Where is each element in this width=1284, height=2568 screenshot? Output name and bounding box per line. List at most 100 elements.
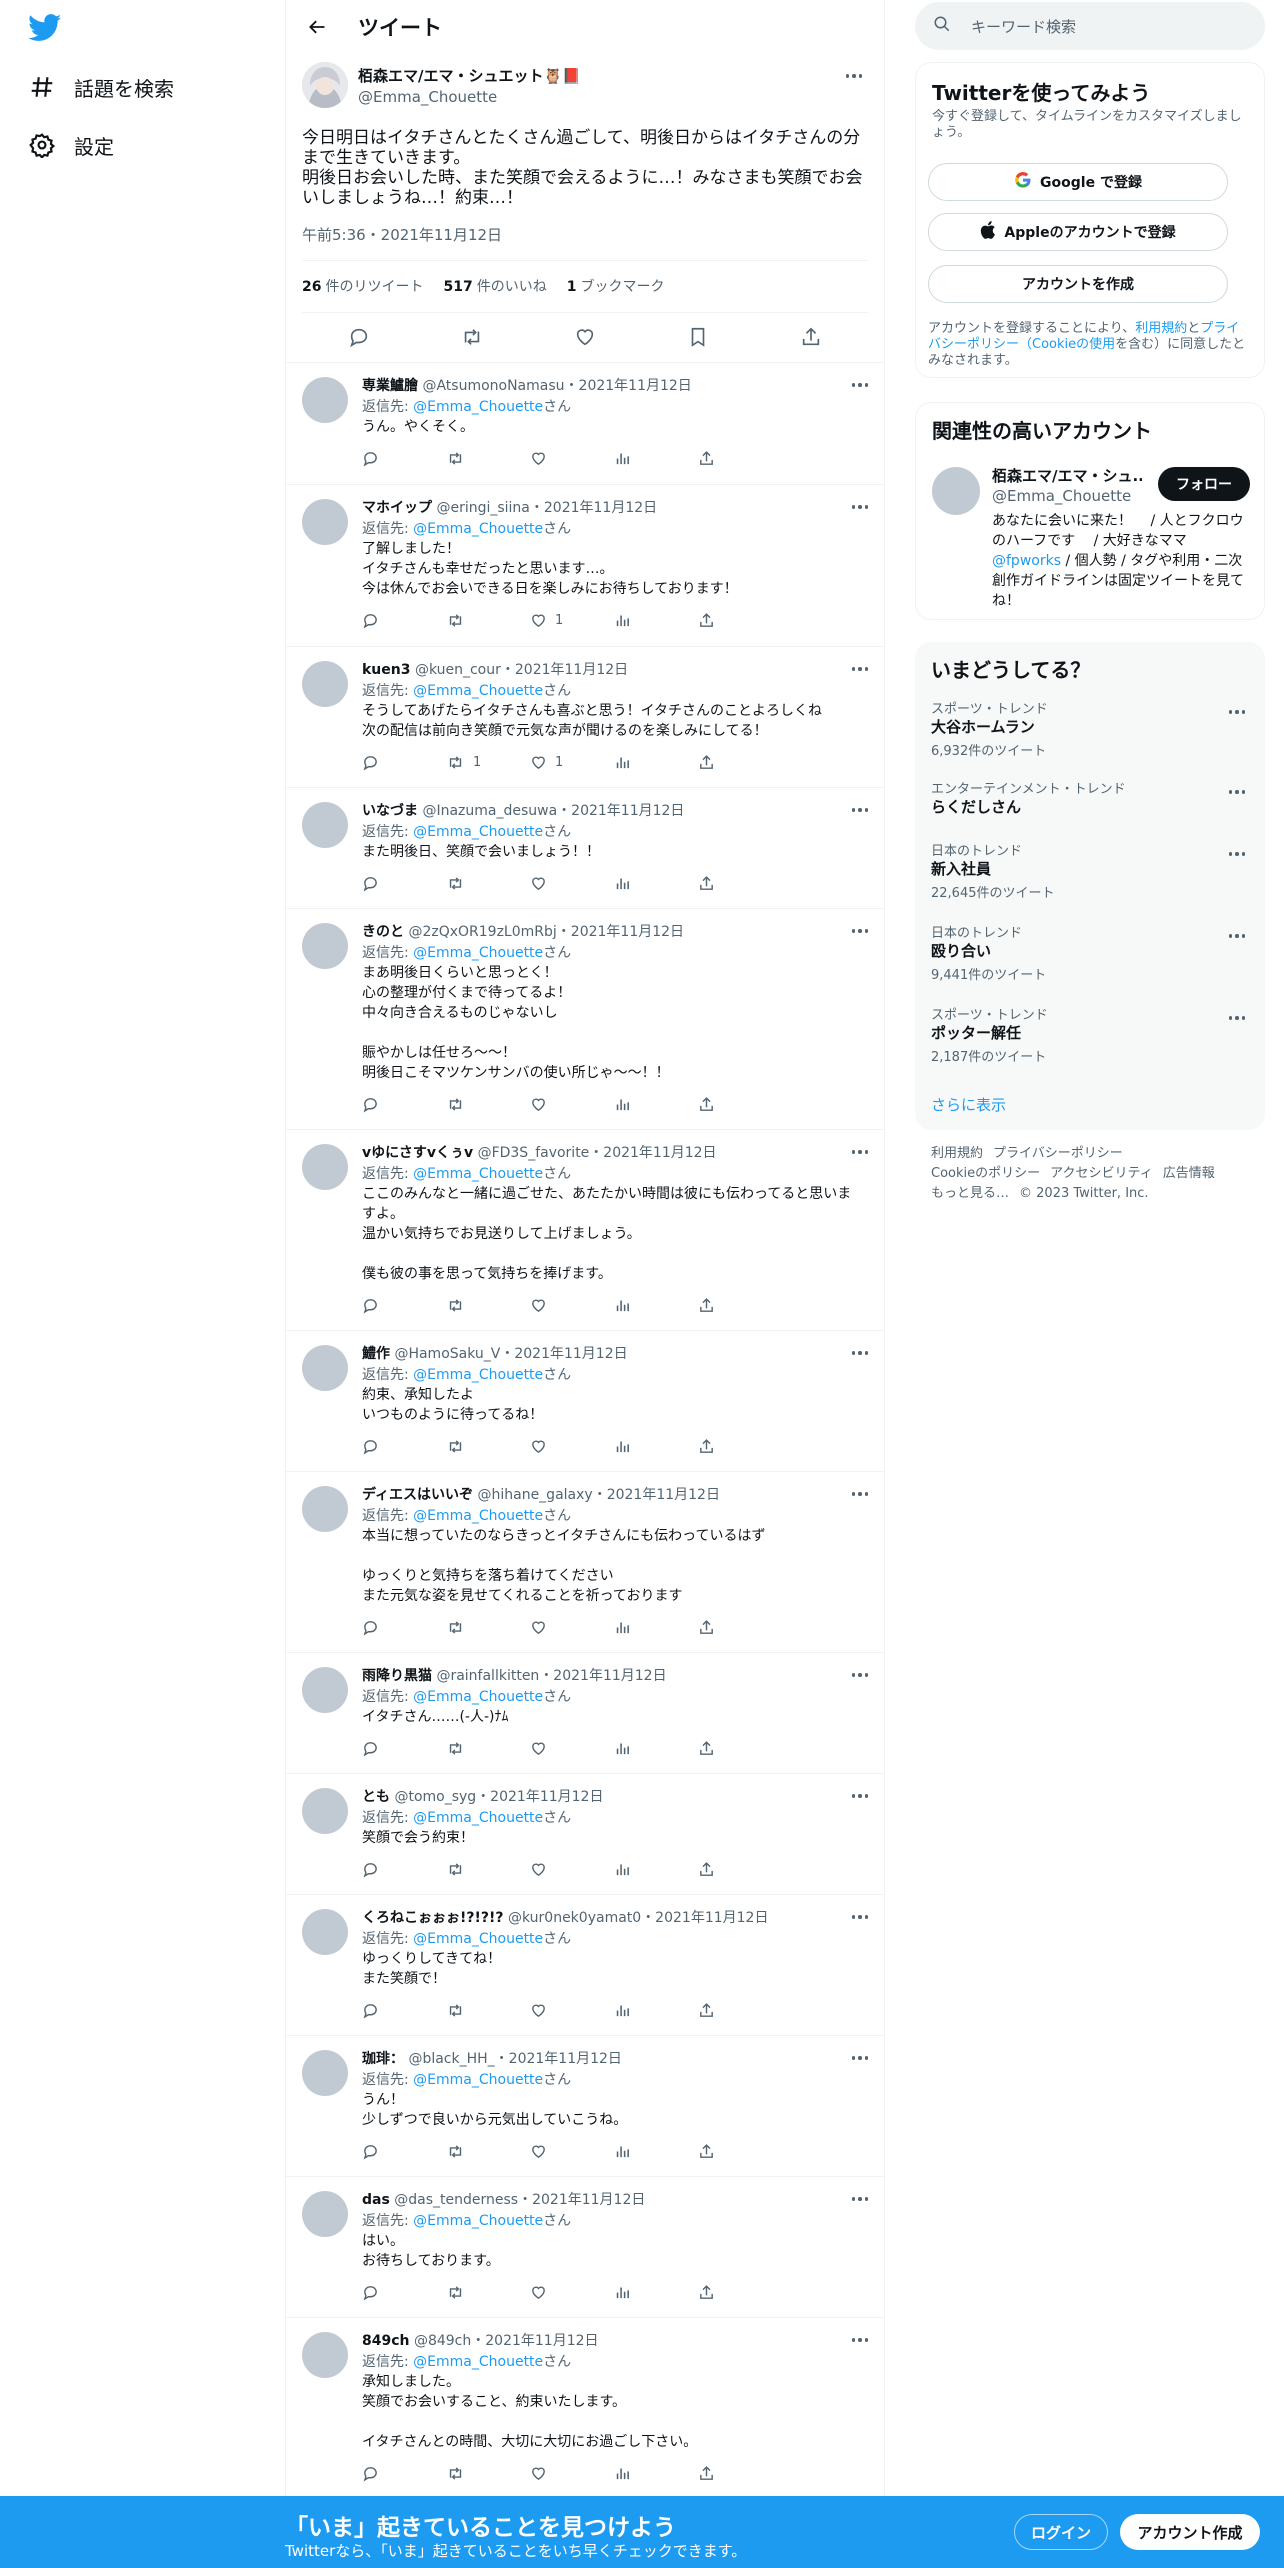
views-icon[interactable]: [614, 2462, 698, 2484]
reply-to-mention[interactable]: @Emma_Chouette: [413, 2354, 543, 2370]
footer-more[interactable]: もっと見る…: [931, 1186, 1009, 1201]
retweet-icon[interactable]: [446, 2281, 530, 2303]
show-more-link[interactable]: さらに表示: [931, 1094, 1006, 1115]
terms-link[interactable]: 利用規約: [1135, 321, 1187, 336]
reply-author-name[interactable]: くろねこぉぉぉ!?!?!?: [362, 1910, 504, 1926]
more-options-icon[interactable]: [1225, 702, 1249, 722]
views-icon[interactable]: [614, 1616, 698, 1638]
footer-ads[interactable]: 広告情報: [1163, 1166, 1215, 1181]
more-options-icon[interactable]: [848, 1907, 872, 1927]
bio-mention-link[interactable]: @fpworks: [992, 553, 1061, 569]
reply-tweet[interactable]: くろねこぉぉぉ!?!?!? @kur0nek0yamat0・2021年11月12…: [286, 1894, 884, 2035]
nav-settings[interactable]: 設定: [28, 125, 114, 165]
retweet-icon[interactable]: [446, 872, 530, 894]
more-options-icon[interactable]: [1225, 782, 1249, 802]
trend-item[interactable]: スポーツ・トレンド 大谷ホームラン 6,932件のツイート: [915, 698, 1265, 770]
reply-author-name[interactable]: vゆにさすvくぅv: [362, 1145, 473, 1161]
reply-icon[interactable]: [342, 320, 376, 354]
retweet-icon[interactable]: [446, 1435, 530, 1457]
reply-tweet[interactable]: 849ch @849ch・2021年11月12日 返信先: @Emma_Choue…: [286, 2317, 884, 2495]
share-icon[interactable]: [698, 872, 782, 894]
share-icon[interactable]: [698, 2281, 782, 2303]
reply-author-name[interactable]: 雨降り黒猫: [362, 1668, 432, 1684]
share-icon[interactable]: [698, 1093, 782, 1115]
reply-tweet[interactable]: vゆにさすvくぅv @FD3S_favorite・2021年11月12日 返信先:…: [286, 1129, 884, 1330]
reply-date[interactable]: ・2021年11月12日: [589, 1145, 716, 1161]
reply-author-name[interactable]: kuen3: [362, 662, 410, 678]
like-icon[interactable]: [530, 2462, 614, 2484]
reply-to-mention[interactable]: @Emma_Chouette: [413, 1367, 543, 1383]
reply-author-handle[interactable]: @FD3S_favorite: [478, 1145, 590, 1161]
views-icon[interactable]: [614, 447, 698, 469]
signup-button[interactable]: アカウント作成: [1120, 2514, 1260, 2550]
share-icon[interactable]: [794, 320, 828, 354]
share-icon[interactable]: [698, 1858, 782, 1880]
like-icon[interactable]: [530, 1999, 614, 2021]
reply-date[interactable]: ・2021年11月12日: [539, 1668, 666, 1684]
bookmark-count[interactable]: 1 ブックマーク: [567, 276, 665, 296]
retweet-icon[interactable]: 1: [446, 751, 530, 773]
like-icon[interactable]: [530, 1858, 614, 1880]
reply-tweet[interactable]: ディエスはいいぞ @hihane_galaxy・2021年11月12日 返信先: …: [286, 1471, 884, 1652]
reply-author-name[interactable]: ディエスはいいぞ: [362, 1487, 473, 1503]
retweet-icon[interactable]: [446, 1858, 530, 1880]
more-options-icon[interactable]: [848, 375, 872, 395]
reply-date[interactable]: ・2021年11月12日: [557, 803, 684, 819]
reply-tweet[interactable]: 珈琲： @black_HH_・2021年11月12日 返信先: @Emma_Cho…: [286, 2035, 884, 2176]
trend-item[interactable]: 日本のトレンド 殴り合い 9,441件のツイート: [915, 922, 1265, 994]
footer-cookie[interactable]: Cookieのポリシー: [931, 1166, 1040, 1181]
reply-to-mention[interactable]: @Emma_Chouette: [413, 1931, 543, 1947]
like-icon[interactable]: 1: [530, 751, 614, 773]
retweet-icon[interactable]: [446, 1093, 530, 1115]
reply-tweet[interactable]: とも @tomo_syg・2021年11月12日 返信先: @Emma_Choue…: [286, 1773, 884, 1894]
avatar[interactable]: [932, 467, 980, 515]
like-icon[interactable]: [530, 1737, 614, 1759]
reply-date[interactable]: ・2021年11月12日: [565, 378, 692, 394]
more-options-icon[interactable]: [848, 659, 872, 679]
more-options-icon[interactable]: [842, 66, 866, 86]
avatar[interactable]: [302, 661, 348, 707]
reply-author-handle[interactable]: @2zQxOR19zL0mRbj: [408, 924, 556, 940]
footer-terms[interactable]: 利用規約: [931, 1146, 983, 1161]
reply-author-handle[interactable]: @Inazuma_desuwa: [422, 803, 557, 819]
related-handle[interactable]: @Emma_Chouette: [992, 487, 1131, 505]
reply-icon[interactable]: [362, 1435, 446, 1457]
share-icon[interactable]: [698, 2462, 782, 2484]
reply-date[interactable]: ・2021年11月12日: [641, 1910, 768, 1926]
reply-author-handle[interactable]: @rainfallkitten: [436, 1668, 539, 1684]
like-icon[interactable]: [530, 872, 614, 894]
reply-date[interactable]: ・2021年11月12日: [476, 1789, 603, 1805]
reply-author-handle[interactable]: @hihane_galaxy: [477, 1487, 592, 1503]
reply-tweet[interactable]: das @das_tenderness・2021年11月12日 返信先: @Emm…: [286, 2176, 884, 2317]
like-icon[interactable]: [530, 447, 614, 469]
share-icon[interactable]: [698, 751, 782, 773]
share-icon[interactable]: [698, 1616, 782, 1638]
reply-icon[interactable]: [362, 751, 446, 773]
more-options-icon[interactable]: [1225, 1008, 1249, 1028]
views-icon[interactable]: [614, 872, 698, 894]
reply-author-handle[interactable]: @kur0nek0yamat0: [508, 1910, 641, 1926]
search-input[interactable]: キーワード検索: [915, 2, 1265, 50]
avatar[interactable]: [302, 2332, 348, 2378]
reply-icon[interactable]: [362, 1999, 446, 2021]
reply-icon[interactable]: [362, 2140, 446, 2162]
reply-author-name[interactable]: とも: [362, 1789, 390, 1805]
trend-item[interactable]: スポーツ・トレンド ポッター解任 2,187件のツイート: [915, 1004, 1265, 1076]
reply-author-handle[interactable]: @AtsumonoNamasu: [422, 378, 564, 394]
reply-date[interactable]: ・2021年11月12日: [530, 500, 657, 516]
retweet-icon[interactable]: [446, 447, 530, 469]
retweet-icon[interactable]: [446, 1999, 530, 2021]
reply-date[interactable]: ・2021年11月12日: [518, 2192, 645, 2208]
reply-icon[interactable]: [362, 1737, 446, 1759]
like-icon[interactable]: [530, 1616, 614, 1638]
reply-date[interactable]: ・2021年11月12日: [500, 1346, 627, 1362]
reply-author-handle[interactable]: @HamoSaku_V: [394, 1346, 500, 1362]
share-icon[interactable]: [698, 1999, 782, 2021]
footer-privacy[interactable]: プライバシーポリシー: [993, 1146, 1123, 1161]
more-options-icon[interactable]: [848, 1786, 872, 1806]
like-icon[interactable]: [530, 2140, 614, 2162]
avatar[interactable]: [302, 1667, 348, 1713]
reply-author-name[interactable]: いなづま: [362, 803, 418, 819]
avatar[interactable]: [302, 802, 348, 848]
reply-author-name[interactable]: 珈琲：: [362, 2051, 404, 2067]
